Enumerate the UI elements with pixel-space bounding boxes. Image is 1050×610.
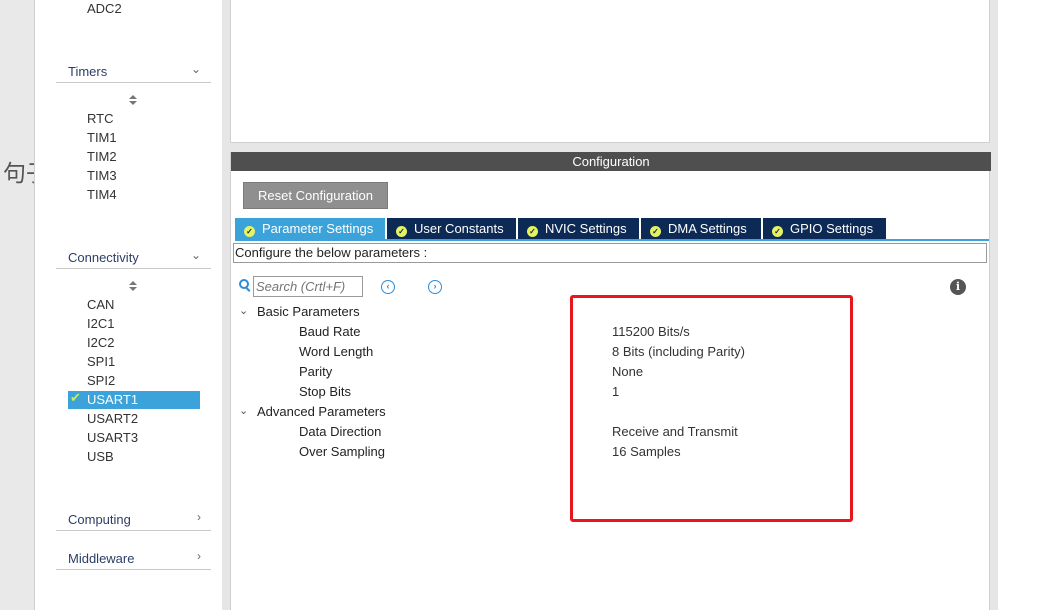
sort-icon[interactable]	[128, 95, 138, 107]
param-name-baud-rate[interactable]: Baud Rate	[299, 324, 360, 339]
category-header-label: Timers	[68, 64, 108, 79]
configuration-title: Configuration	[231, 152, 991, 171]
tab-dma-settings[interactable]: ✓ DMA Settings	[641, 218, 763, 239]
group-advanced-parameters[interactable]: Advanced Parameters	[257, 404, 386, 419]
category-header-timers[interactable]: Timers ⌄	[56, 61, 211, 83]
sidebar-item-i2c2[interactable]: I2C2	[87, 334, 114, 352]
chevron-down-icon: ⌄	[190, 248, 201, 262]
search-icon[interactable]	[239, 279, 250, 290]
category-header-label: Middleware	[68, 551, 135, 566]
tab-label: Parameter Settings	[262, 221, 374, 236]
sidebar-item-tim4[interactable]: TIM4	[87, 186, 117, 204]
category-header-label: Computing	[68, 512, 131, 527]
check-icon: ✔	[70, 390, 81, 405]
sidebar-item-usart3[interactable]: USART3	[87, 429, 138, 447]
tab-label: NVIC Settings	[545, 221, 627, 236]
sidebar-item-usart2[interactable]: USART2	[87, 410, 138, 428]
param-name-stop-bits[interactable]: Stop Bits	[299, 384, 351, 399]
sidebar-item-spi2[interactable]: SPI2	[87, 372, 115, 390]
reset-configuration-button[interactable]: Reset Configuration	[243, 182, 388, 209]
instructions-text: Configure the below parameters :	[233, 243, 987, 263]
sort-icon[interactable]	[128, 281, 138, 293]
tab-label: DMA Settings	[668, 221, 747, 236]
check-circle-icon: ✓	[650, 226, 661, 237]
sidebar-item-usart1[interactable]: ✔ USART1	[68, 390, 200, 409]
category-header-label: Connectivity	[68, 250, 139, 265]
background-window: 句子	[0, 0, 34, 610]
check-circle-icon: ✓	[244, 226, 255, 237]
group-basic-parameters[interactable]: Basic Parameters	[257, 304, 360, 319]
category-header-computing[interactable]: Computing ›	[56, 509, 211, 531]
background-text: 句子	[3, 161, 34, 187]
sidebar-item-tim1[interactable]: TIM1	[87, 129, 117, 147]
category-sidebar: ADC2 Timers ⌄ RTC TIM1 TIM2 TIM3 TIM4 Co…	[34, 0, 222, 610]
sidebar-item-label: USART1	[87, 392, 139, 407]
param-name-word-length[interactable]: Word Length	[299, 344, 373, 359]
chevron-right-icon: ›	[197, 549, 201, 563]
next-icon[interactable]: ›	[428, 280, 442, 294]
check-circle-icon: ✓	[527, 226, 538, 237]
previous-icon[interactable]: ‹	[381, 280, 395, 294]
param-name-parity[interactable]: Parity	[299, 364, 332, 379]
chevron-down-icon[interactable]: ⌄	[239, 404, 251, 417]
configuration-panel: Configuration Reset Configuration ✓ Param…	[230, 152, 991, 610]
tab-parameter-settings[interactable]: ✓ Parameter Settings	[235, 218, 387, 239]
search-input[interactable]	[253, 276, 363, 297]
panel-divider	[990, 0, 998, 610]
chevron-down-icon[interactable]: ⌄	[239, 304, 251, 317]
tab-underline	[235, 239, 989, 241]
tab-nvic-settings[interactable]: ✓ NVIC Settings	[518, 218, 641, 239]
param-name-over-sampling[interactable]: Over Sampling	[299, 444, 385, 459]
highlight-box	[570, 295, 853, 522]
panel-divider	[222, 0, 230, 610]
tab-user-constants[interactable]: ✓ User Constants	[387, 218, 518, 239]
mode-panel	[230, 0, 990, 143]
check-circle-icon: ✓	[772, 226, 783, 237]
sidebar-item-tim2[interactable]: TIM2	[87, 148, 117, 166]
category-header-middleware[interactable]: Middleware ›	[56, 548, 211, 570]
check-circle-icon: ✓	[396, 226, 407, 237]
category-header-connectivity[interactable]: Connectivity ⌄	[56, 247, 211, 269]
tab-label: GPIO Settings	[790, 221, 874, 236]
sidebar-item-adc2[interactable]: ADC2	[87, 0, 122, 18]
sidebar-item-rtc[interactable]: RTC	[87, 110, 113, 128]
tab-label: User Constants	[414, 221, 504, 236]
sidebar-item-can[interactable]: CAN	[87, 296, 114, 314]
panel-splitter[interactable]	[230, 143, 990, 152]
sidebar-item-tim3[interactable]: TIM3	[87, 167, 117, 185]
chevron-down-icon: ⌄	[190, 62, 201, 76]
sidebar-item-spi1[interactable]: SPI1	[87, 353, 115, 371]
chevron-right-icon: ›	[197, 510, 201, 524]
param-name-data-direction[interactable]: Data Direction	[299, 424, 381, 439]
sidebar-item-i2c1[interactable]: I2C1	[87, 315, 114, 333]
sidebar-item-usb[interactable]: USB	[87, 448, 114, 466]
tab-gpio-settings[interactable]: ✓ GPIO Settings	[763, 218, 888, 239]
info-icon[interactable]: i	[950, 279, 966, 295]
